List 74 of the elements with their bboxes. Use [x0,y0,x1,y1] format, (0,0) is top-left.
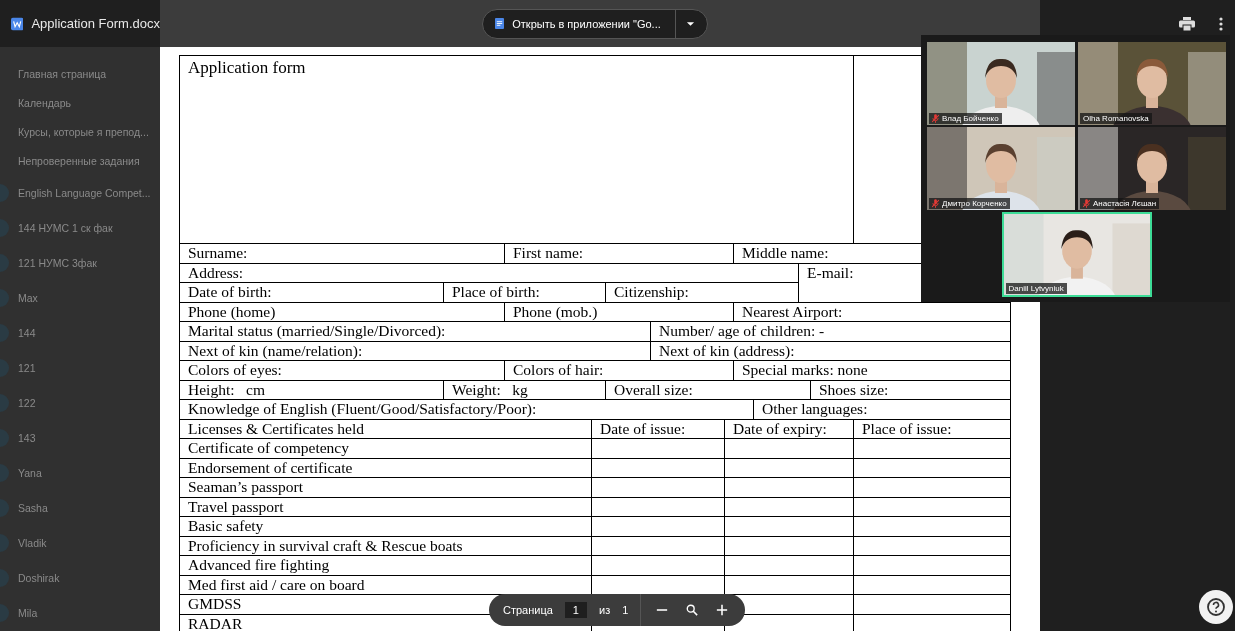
table-cell: Phone (mob.) [505,302,734,322]
table-cell: Travel passport [180,497,592,517]
caret-icon[interactable] [685,20,695,27]
zoom-in-icon[interactable] [716,604,729,616]
sidebar-item[interactable]: 143 [18,431,36,444]
table-cell: Seaman’s passport [180,478,592,498]
sidebar-item[interactable]: 144 [18,326,36,339]
sidebar-item[interactable]: Yana [18,466,42,479]
video-tile[interactable]: Daniil Lytvyniuk [1001,212,1152,297]
document-icon [495,18,505,29]
table-cell: Special marks: none [734,361,1011,381]
video-tile[interactable]: Дмитро Корченко [927,127,1075,210]
page-number-field[interactable]: 1 [564,602,587,618]
sidebar-item[interactable]: 121 [18,361,36,374]
participant-name: Olha Romanovska [1083,114,1149,123]
video-tile[interactable]: Влад Бойченко [927,42,1075,125]
table-cell: First name: [505,244,734,264]
sidebar-item[interactable]: Главная страница [18,67,107,80]
participant-name: Дмитро Корченко [942,199,1007,208]
sidebar-item[interactable]: English Language Compet... [18,186,151,199]
table-cell: Advanced fire fighting [180,556,592,576]
page-total: 1 [622,604,629,616]
sidebar-item[interactable]: Sasha [18,501,48,514]
table-cell: Other languages: [754,400,1011,420]
table-cell: Shoes size: [811,380,1011,400]
sidebar-item[interactable]: Mila [18,606,38,619]
sidebar-item[interactable]: Непроверенные задания [18,154,140,167]
sidebar-item[interactable]: Календарь [18,96,71,109]
page-label: Страница [503,604,553,616]
table-cell: Licenses & Certificates held [180,419,592,439]
table-cell: Place of issue: [854,419,1011,439]
sidebar-item[interactable]: Doshirak [18,571,60,584]
table-cell: Place of birth: [444,283,606,303]
table-cell: Date of birth: [180,283,444,303]
page-of-label: из [599,604,611,616]
table-cell: Date of issue: [592,419,725,439]
open-with-button[interactable]: Открыть в приложении "Go... [482,8,708,39]
sidebar-item[interactable]: 144 НУМС 1 ск фак [18,221,113,234]
table-cell: Colors of eyes: [180,361,505,381]
search-icon[interactable] [686,604,699,616]
table-cell: Address: [180,263,799,283]
form-title: Application form [180,56,854,244]
table-cell: Citizenship: [606,283,799,303]
table-cell: Knowledge of English (Fluent/Good/Satisfactory/Poor): [180,400,754,420]
more-icon[interactable] [1219,16,1223,31]
sidebar-item[interactable]: 122 [18,396,36,409]
table-cell: Height: cm [180,380,444,400]
sidebar-item[interactable]: Vladik [18,536,47,549]
table-cell: Basic safety [180,517,592,537]
table-cell: Colors of hair: [505,361,734,381]
file-title: Application Form.docx [31,16,160,31]
table-cell: Endorsement of certificate [180,458,592,478]
table-cell: Number/ age of children: - [651,322,1011,342]
table-cell: Phone (home) [180,302,505,322]
table-cell: Surname: [180,244,505,264]
table-cell: Date of expiry: [725,419,854,439]
table-cell: Overall size: [606,380,811,400]
video-tile[interactable]: Анастасія Лєшан [1078,127,1226,210]
table-cell: Next of kin (address): [651,341,1011,361]
participant-name: Влад Бойченко [942,114,999,123]
table-cell: Weight: kg [444,380,606,400]
participant-name: Анастасія Лєшан [1093,199,1157,208]
table-cell: Marital status (married/Single/Divorced): [180,322,651,342]
sidebar-item[interactable]: 121 НУМС 3фак [18,256,97,269]
table-cell: Proficiency in survival craft & Rescue boats [180,536,592,556]
help-icon[interactable] [1198,589,1234,625]
sidebar-item[interactable]: Max [18,291,38,304]
sidebar-item[interactable]: Курсы, которые я препод... [18,125,149,138]
table-cell: Next of kin (name/relation): [180,341,651,361]
video-tile[interactable]: Olha Romanovska [1078,42,1226,125]
participant-name: Daniil Lytvyniuk [1008,284,1064,293]
table-cell: Certificate of competency [180,439,592,459]
print-icon[interactable] [1179,16,1195,31]
document-icon [11,16,24,31]
